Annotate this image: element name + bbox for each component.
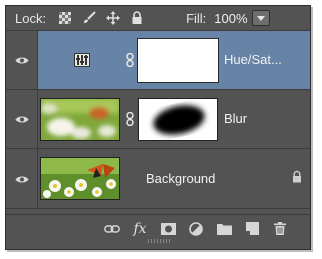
layer-row-background[interactable]: Background — [6, 149, 310, 209]
delete-layer-button[interactable] — [270, 220, 290, 238]
fill-dropdown-button[interactable] — [251, 10, 270, 26]
lock-icons — [50, 10, 146, 26]
eye-icon — [15, 57, 28, 63]
fill-value[interactable]: 100% — [214, 11, 247, 26]
lock-icon — [293, 170, 301, 183]
layer-name[interactable]: Background — [146, 171, 215, 186]
layer-row-hue-saturation[interactable]: Hue/Sat... — [6, 31, 310, 90]
new-layer-button[interactable] — [242, 220, 262, 238]
eye-icon — [15, 116, 28, 122]
layer-mask-thumbnail[interactable] — [137, 38, 219, 83]
layer-name[interactable]: Hue/Sat... — [224, 52, 282, 67]
chain-link-icon[interactable] — [125, 112, 135, 126]
visibility-toggle[interactable] — [6, 31, 38, 89]
adjustment-icon — [189, 221, 203, 236]
eye-icon — [15, 176, 28, 182]
fill-label: Fill: — [186, 10, 207, 26]
visibility-toggle[interactable] — [6, 149, 38, 209]
add-mask-icon — [160, 222, 176, 235]
chevron-down-icon — [256, 15, 265, 21]
layers-list: Hue/Sat... Blur Background — [6, 31, 310, 211]
layer-row-blur[interactable]: Blur — [6, 90, 310, 149]
layer-name[interactable]: Blur — [224, 111, 247, 126]
layers-toolbar: Lock: Fill: 100% — [6, 6, 310, 31]
chain-link-icon — [104, 224, 120, 233]
layer-style-button[interactable]: fx — [130, 220, 150, 238]
folder-icon — [216, 223, 232, 235]
layer-mask-thumbnail[interactable] — [138, 98, 218, 141]
chain-link-icon[interactable] — [125, 53, 135, 67]
new-layer-icon — [245, 222, 259, 235]
layers-panel: Lock: Fill: 100% Hue/Sat... Blur Backgro… — [5, 5, 311, 250]
add-mask-button[interactable] — [158, 220, 178, 238]
lock-icon[interactable] — [128, 10, 146, 26]
layer-thumbnail[interactable] — [40, 157, 120, 200]
new-adjustment-layer-button[interactable] — [186, 220, 206, 238]
checkerboard-icon[interactable] — [56, 10, 74, 26]
resize-grip[interactable] — [148, 239, 170, 243]
layer-thumbnail[interactable] — [40, 98, 120, 141]
lock-label: Lock: — [15, 10, 47, 26]
new-group-button[interactable] — [214, 220, 234, 238]
trash-icon — [274, 222, 286, 235]
link-layers-button[interactable] — [102, 220, 122, 238]
fx-icon: fx — [133, 220, 147, 237]
layers-bottom-bar: fx — [6, 214, 310, 242]
brush-icon[interactable] — [80, 10, 98, 26]
move-icon[interactable] — [104, 10, 122, 26]
visibility-toggle[interactable] — [6, 90, 38, 148]
adjustment-icon — [74, 53, 90, 67]
